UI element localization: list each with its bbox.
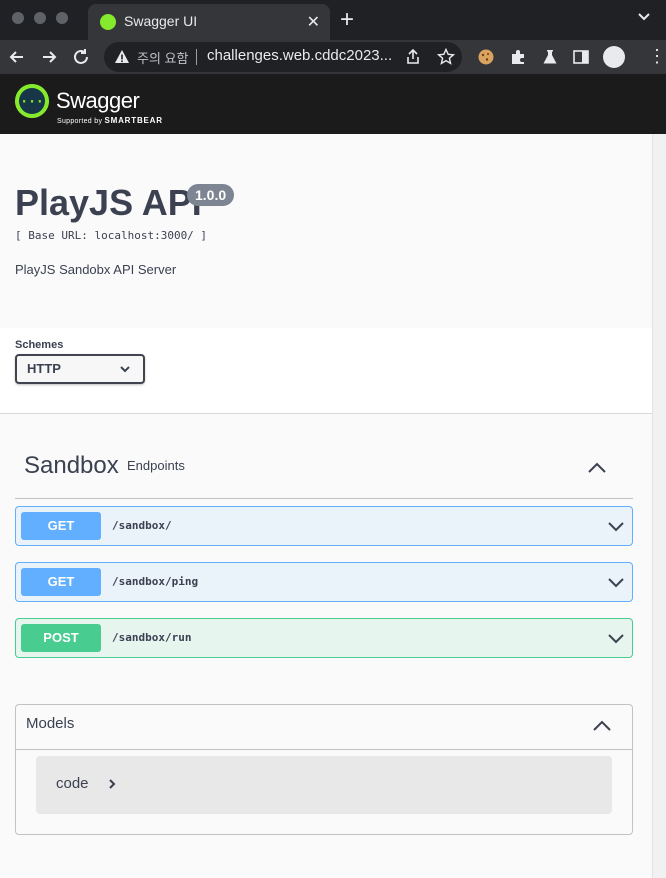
method-badge: GET bbox=[21, 512, 101, 540]
api-info: PlayJS API 1.0.0 [ Base URL: localhost:3… bbox=[0, 134, 652, 328]
security-warning-text[interactable]: 주의 요함 bbox=[137, 48, 188, 67]
sidebar-icon[interactable] bbox=[572, 48, 590, 66]
minimize-window-button[interactable] bbox=[34, 12, 46, 24]
browser-tab-strip: Swagger UI ✕ + bbox=[0, 0, 666, 40]
method-badge: POST bbox=[21, 624, 101, 652]
scrollbar[interactable] bbox=[652, 134, 666, 878]
chevron-right-icon[interactable] bbox=[106, 778, 118, 790]
svg-text:{···}: {···} bbox=[15, 95, 49, 110]
menu-icon[interactable]: ⋮ bbox=[648, 46, 666, 67]
tag-name[interactable]: Sandbox bbox=[24, 452, 119, 480]
url-text[interactable]: challenges.web.cddc2023... bbox=[207, 47, 392, 64]
scheme-select[interactable]: HTTP bbox=[15, 354, 145, 384]
profile-icon[interactable] bbox=[603, 46, 625, 68]
flask-icon[interactable] bbox=[541, 48, 559, 66]
star-icon[interactable] bbox=[437, 48, 455, 66]
maximize-window-button[interactable] bbox=[56, 12, 68, 24]
operation-post-sandbox-run[interactable]: POST /sandbox/run bbox=[15, 618, 633, 658]
chevron-down-icon[interactable] bbox=[606, 517, 626, 537]
address-bar[interactable]: 주의 요함 challenges.web.cddc2023... bbox=[104, 42, 462, 72]
operation-get-sandbox-ping[interactable]: GET /sandbox/ping bbox=[15, 562, 633, 602]
chevron-down-icon[interactable] bbox=[636, 8, 652, 24]
page-title: PlayJS API bbox=[15, 182, 202, 223]
chevron-down-icon bbox=[120, 366, 130, 373]
back-icon[interactable] bbox=[6, 46, 28, 68]
smartbear-brand: SMARTBEAR bbox=[104, 116, 163, 125]
model-name[interactable]: code bbox=[56, 775, 89, 792]
supported-by-text: Supported by SMARTBEAR bbox=[57, 116, 163, 125]
tag-sandbox-header[interactable]: Sandbox Endpoints bbox=[15, 440, 633, 499]
swagger-topbar: {···} Swagger Supported by SMARTBEAR bbox=[0, 74, 666, 134]
browser-toolbar: 주의 요함 challenges.web.cddc2023... ⋮ bbox=[0, 40, 666, 74]
supported-by-label: Supported by bbox=[57, 118, 103, 125]
operation-get-sandbox[interactable]: GET /sandbox/ bbox=[15, 506, 633, 546]
version-badge: 1.0.0 bbox=[187, 184, 235, 206]
operation-path: /sandbox/run bbox=[112, 631, 192, 644]
chevron-up-icon[interactable] bbox=[585, 456, 609, 480]
close-window-button[interactable] bbox=[12, 12, 24, 24]
browser-tab[interactable]: Swagger UI ✕ bbox=[88, 4, 330, 40]
method-badge: GET bbox=[21, 568, 101, 596]
chevron-down-icon[interactable] bbox=[606, 629, 626, 649]
operation-path: /sandbox/ bbox=[112, 519, 172, 532]
swagger-favicon-icon bbox=[100, 14, 116, 30]
address-separator bbox=[196, 49, 197, 65]
reload-icon[interactable] bbox=[70, 46, 92, 68]
operation-path: /sandbox/ping bbox=[112, 575, 199, 588]
chevron-down-icon[interactable] bbox=[606, 573, 626, 593]
cookie-icon[interactable] bbox=[477, 48, 495, 66]
scheme-selected-value: HTTP bbox=[27, 361, 61, 376]
base-url: [ Base URL: localhost:3000/ ] bbox=[15, 229, 208, 242]
tab-close-icon[interactable]: ✕ bbox=[307, 12, 320, 32]
new-tab-button[interactable]: + bbox=[340, 6, 354, 34]
tab-title: Swagger UI bbox=[124, 13, 198, 29]
schemes-section: Schemes HTTP bbox=[0, 328, 652, 414]
tag-description: Endpoints bbox=[127, 458, 185, 473]
models-section: Models code bbox=[15, 704, 633, 835]
puzzle-icon[interactable] bbox=[509, 48, 527, 66]
forward-icon[interactable] bbox=[38, 46, 60, 68]
api-description: PlayJS Sandobx API Server bbox=[15, 262, 177, 277]
models-divider bbox=[16, 749, 632, 750]
warning-icon[interactable] bbox=[114, 49, 130, 65]
model-item[interactable]: code bbox=[36, 756, 612, 814]
schemes-label: Schemes bbox=[15, 339, 64, 351]
swagger-wordmark[interactable]: Swagger bbox=[56, 88, 140, 114]
models-title[interactable]: Models bbox=[26, 715, 74, 732]
chevron-up-icon[interactable] bbox=[591, 715, 613, 737]
swagger-logo-icon[interactable]: {···} bbox=[15, 84, 49, 118]
share-icon[interactable] bbox=[404, 48, 422, 66]
